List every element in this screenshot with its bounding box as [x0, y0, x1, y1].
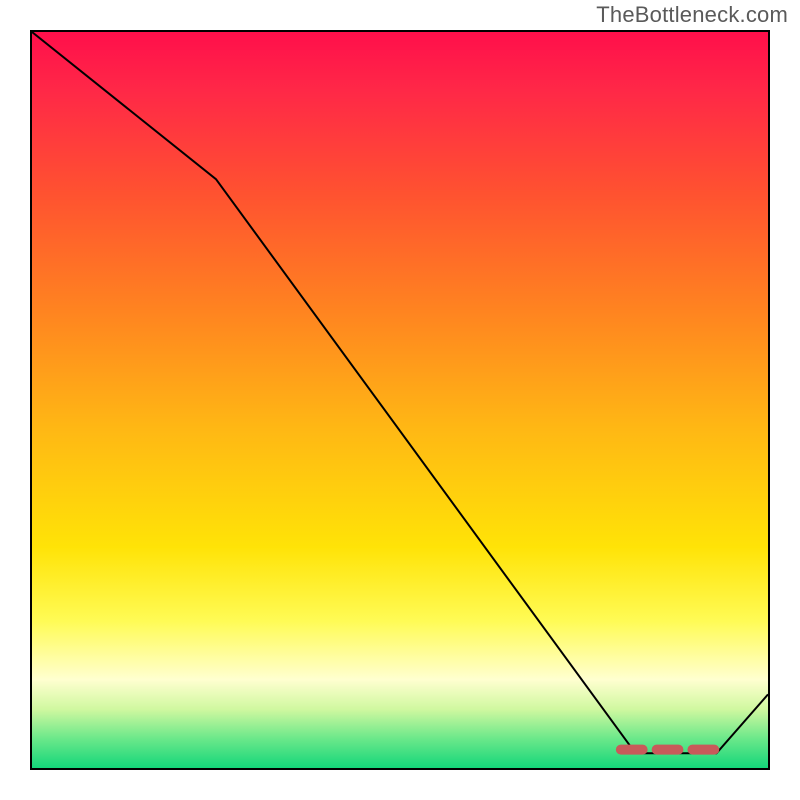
bottleneck-curve — [32, 32, 768, 753]
chart-plot-area — [30, 30, 770, 770]
watermark-text: TheBottleneck.com — [596, 2, 788, 28]
chart-overlay-svg — [32, 32, 768, 768]
